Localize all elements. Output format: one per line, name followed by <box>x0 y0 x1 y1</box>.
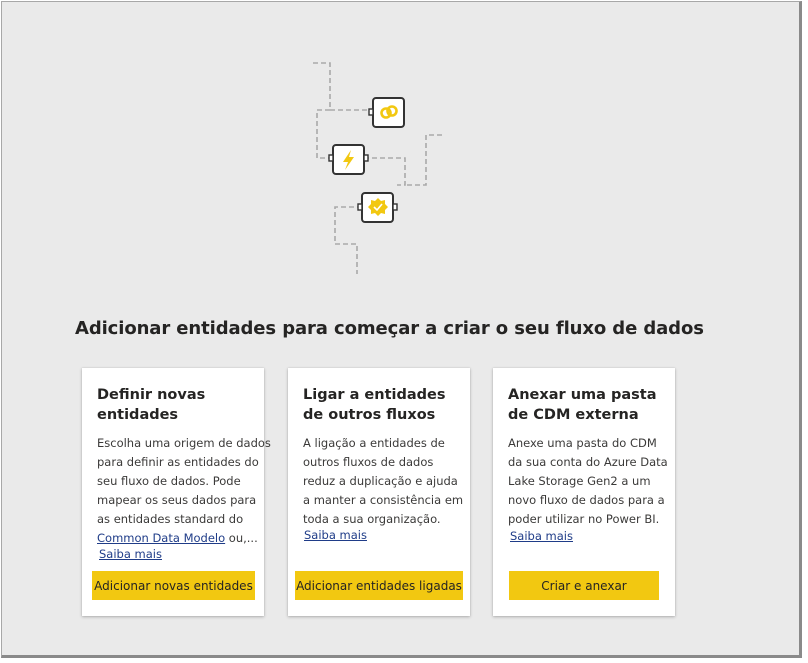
card-title-line: Definir novas <box>97 387 206 403</box>
desc-line: seu fluxo de dados. Pode <box>97 474 241 488</box>
card-link-entities: Ligar a entidades de outros fluxos A lig… <box>288 368 470 616</box>
desc-line: outros fluxos de dados <box>303 455 434 469</box>
card-title: Ligar a entidades de outros fluxos <box>303 385 463 425</box>
card-title-line: Anexar uma pasta <box>508 387 657 403</box>
desc-line: as entidades standard do <box>97 512 244 526</box>
learn-more-link[interactable]: Saiba mais <box>510 529 573 543</box>
desc-line: reduz a duplicação e ajuda <box>303 474 458 488</box>
certified-badge-icon <box>357 192 398 223</box>
card-define-new-entities: Definir novas entidades Escolha uma orig… <box>82 368 271 616</box>
desc-line: mapear os seus dados para <box>97 493 257 507</box>
create-and-attach-button[interactable]: Criar e anexar <box>509 571 659 600</box>
desc-line: novo fluxo de dados para a <box>508 493 665 507</box>
add-linked-entities-button[interactable]: Adicionar entidades ligadas <box>295 571 463 600</box>
learn-more-link[interactable]: Saiba mais <box>99 547 162 561</box>
page-title: Adicionar entidades para começar a criar… <box>75 318 704 339</box>
card-attach-cdm-folder: Anexar uma pasta de CDM externa Anexe um… <box>493 368 675 616</box>
add-new-entities-button[interactable]: Adicionar novas entidades <box>92 571 255 600</box>
dataflow-illustration <box>313 62 442 274</box>
card-title-line: de outros fluxos <box>303 407 436 423</box>
card-description: Escolha uma origem de dados para definir… <box>97 434 271 548</box>
common-data-model-link[interactable]: Common Data Modelo <box>97 531 225 545</box>
card-title-line: de CDM externa <box>508 407 639 423</box>
card-title-line: entidades <box>97 407 179 423</box>
desc-line: Anexe uma pasta do CDM <box>508 436 657 450</box>
card-description: Anexe uma pasta do CDM da sua conta do A… <box>508 434 670 529</box>
card-description: A ligação a entidades de outros fluxos d… <box>303 434 465 529</box>
desc-line: poder utilizar no Power BI. <box>508 512 660 526</box>
lightning-icon <box>328 144 369 175</box>
desc-line: a manter a consistência em <box>303 493 464 507</box>
desc-line: da sua conta do Azure Data <box>508 455 668 469</box>
card-title: Anexar uma pasta de CDM externa <box>508 385 668 425</box>
link-icon <box>368 97 405 128</box>
desc-line-with-link: Common Data Modelo ou,... <box>97 529 259 548</box>
learn-more-link[interactable]: Saiba mais <box>304 528 367 542</box>
desc-line: Escolha uma origem de dados <box>97 436 271 450</box>
dialog-frame: Adicionar entidades para começar a criar… <box>1 1 802 658</box>
desc-line: Lake Storage Gen2 a um <box>508 474 651 488</box>
desc-ellipsis: ou,... <box>225 531 258 545</box>
desc-line: A ligação a entidades de <box>303 436 445 450</box>
card-title: Definir novas entidades <box>97 385 257 425</box>
desc-line: para definir as entidades do <box>97 455 259 469</box>
card-title-line: Ligar a entidades <box>303 387 446 403</box>
desc-line: toda a sua organização. <box>303 512 441 526</box>
